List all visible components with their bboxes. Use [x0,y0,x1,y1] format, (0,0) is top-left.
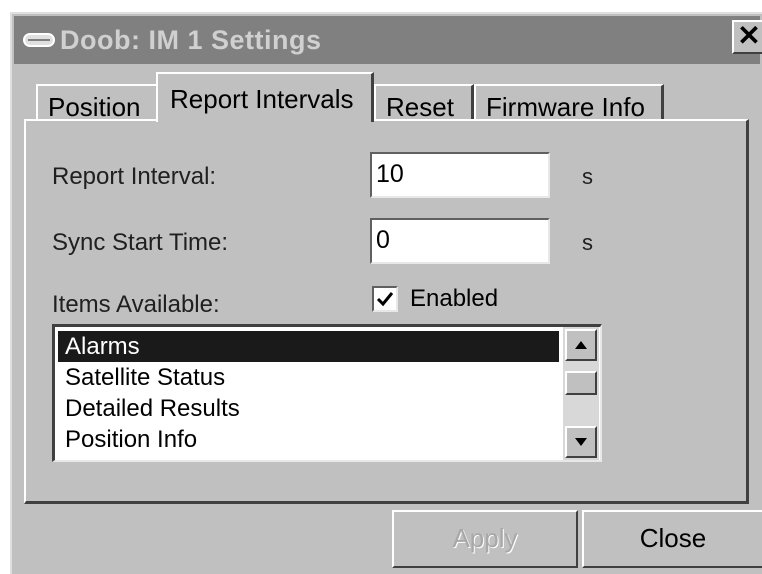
tab-reset-label: Reset [386,92,454,122]
tab-reset[interactable]: Reset [374,84,474,122]
close-icon: ✕ [737,20,761,51]
list-item-satellite-status[interactable]: Satellite Status [61,362,559,393]
scroll-thumb[interactable] [565,371,597,395]
tab-position-label: Position [48,92,141,122]
scroll-up-button[interactable] [565,329,597,361]
list-item-detailed-results[interactable]: Detailed Results [61,393,559,424]
arrow-up-icon [575,341,587,349]
tab-firmware-info-label: Firmware Info [486,92,645,122]
report-interval-field[interactable]: 10 [370,152,550,198]
tab-position[interactable]: Position [36,84,164,122]
items-listbox[interactable]: Alarms Satellite Status Detailed Results… [52,324,602,462]
window-title: Doob: IM 1 Settings [60,25,322,55]
scroll-down-button[interactable] [565,426,597,458]
enabled-checkbox[interactable] [372,286,398,312]
close-button[interactable]: Close [582,510,762,568]
apply-button[interactable]: Apply [392,510,578,568]
list-scrollbar[interactable] [563,327,599,460]
checkmark-icon [376,292,394,307]
sync-start-value: 0 [376,226,390,254]
apply-button-label: Apply [452,523,518,553]
enabled-label[interactable]: Enabled [410,284,498,314]
report-interval-value: 10 [376,160,404,188]
report-interval-label: Report Interval: [52,163,217,190]
device-icon [22,29,56,51]
sync-start-field[interactable]: 0 [370,218,550,264]
arrow-down-icon [575,438,587,446]
close-window-button[interactable]: ✕ [732,20,762,54]
tab-report-intervals-label: Report Intervals [170,84,354,114]
tab-report-intervals[interactable]: Report Intervals [156,72,374,122]
settings-dialog: Doob: IM 1 Settings ✕ Position Report In… [10,12,762,574]
list-item-position-info[interactable]: Position Info [61,424,559,455]
sync-start-unit: s [582,230,593,255]
title-bar[interactable]: Doob: IM 1 Settings [14,16,760,64]
close-button-label: Close [639,523,707,553]
items-available-label: Items Available: [52,291,220,318]
list-item-alarms[interactable]: Alarms [58,331,559,362]
sync-start-label: Sync Start Time: [52,229,229,256]
tab-firmware-info[interactable]: Firmware Info [474,84,664,122]
report-interval-unit: s [582,164,593,189]
